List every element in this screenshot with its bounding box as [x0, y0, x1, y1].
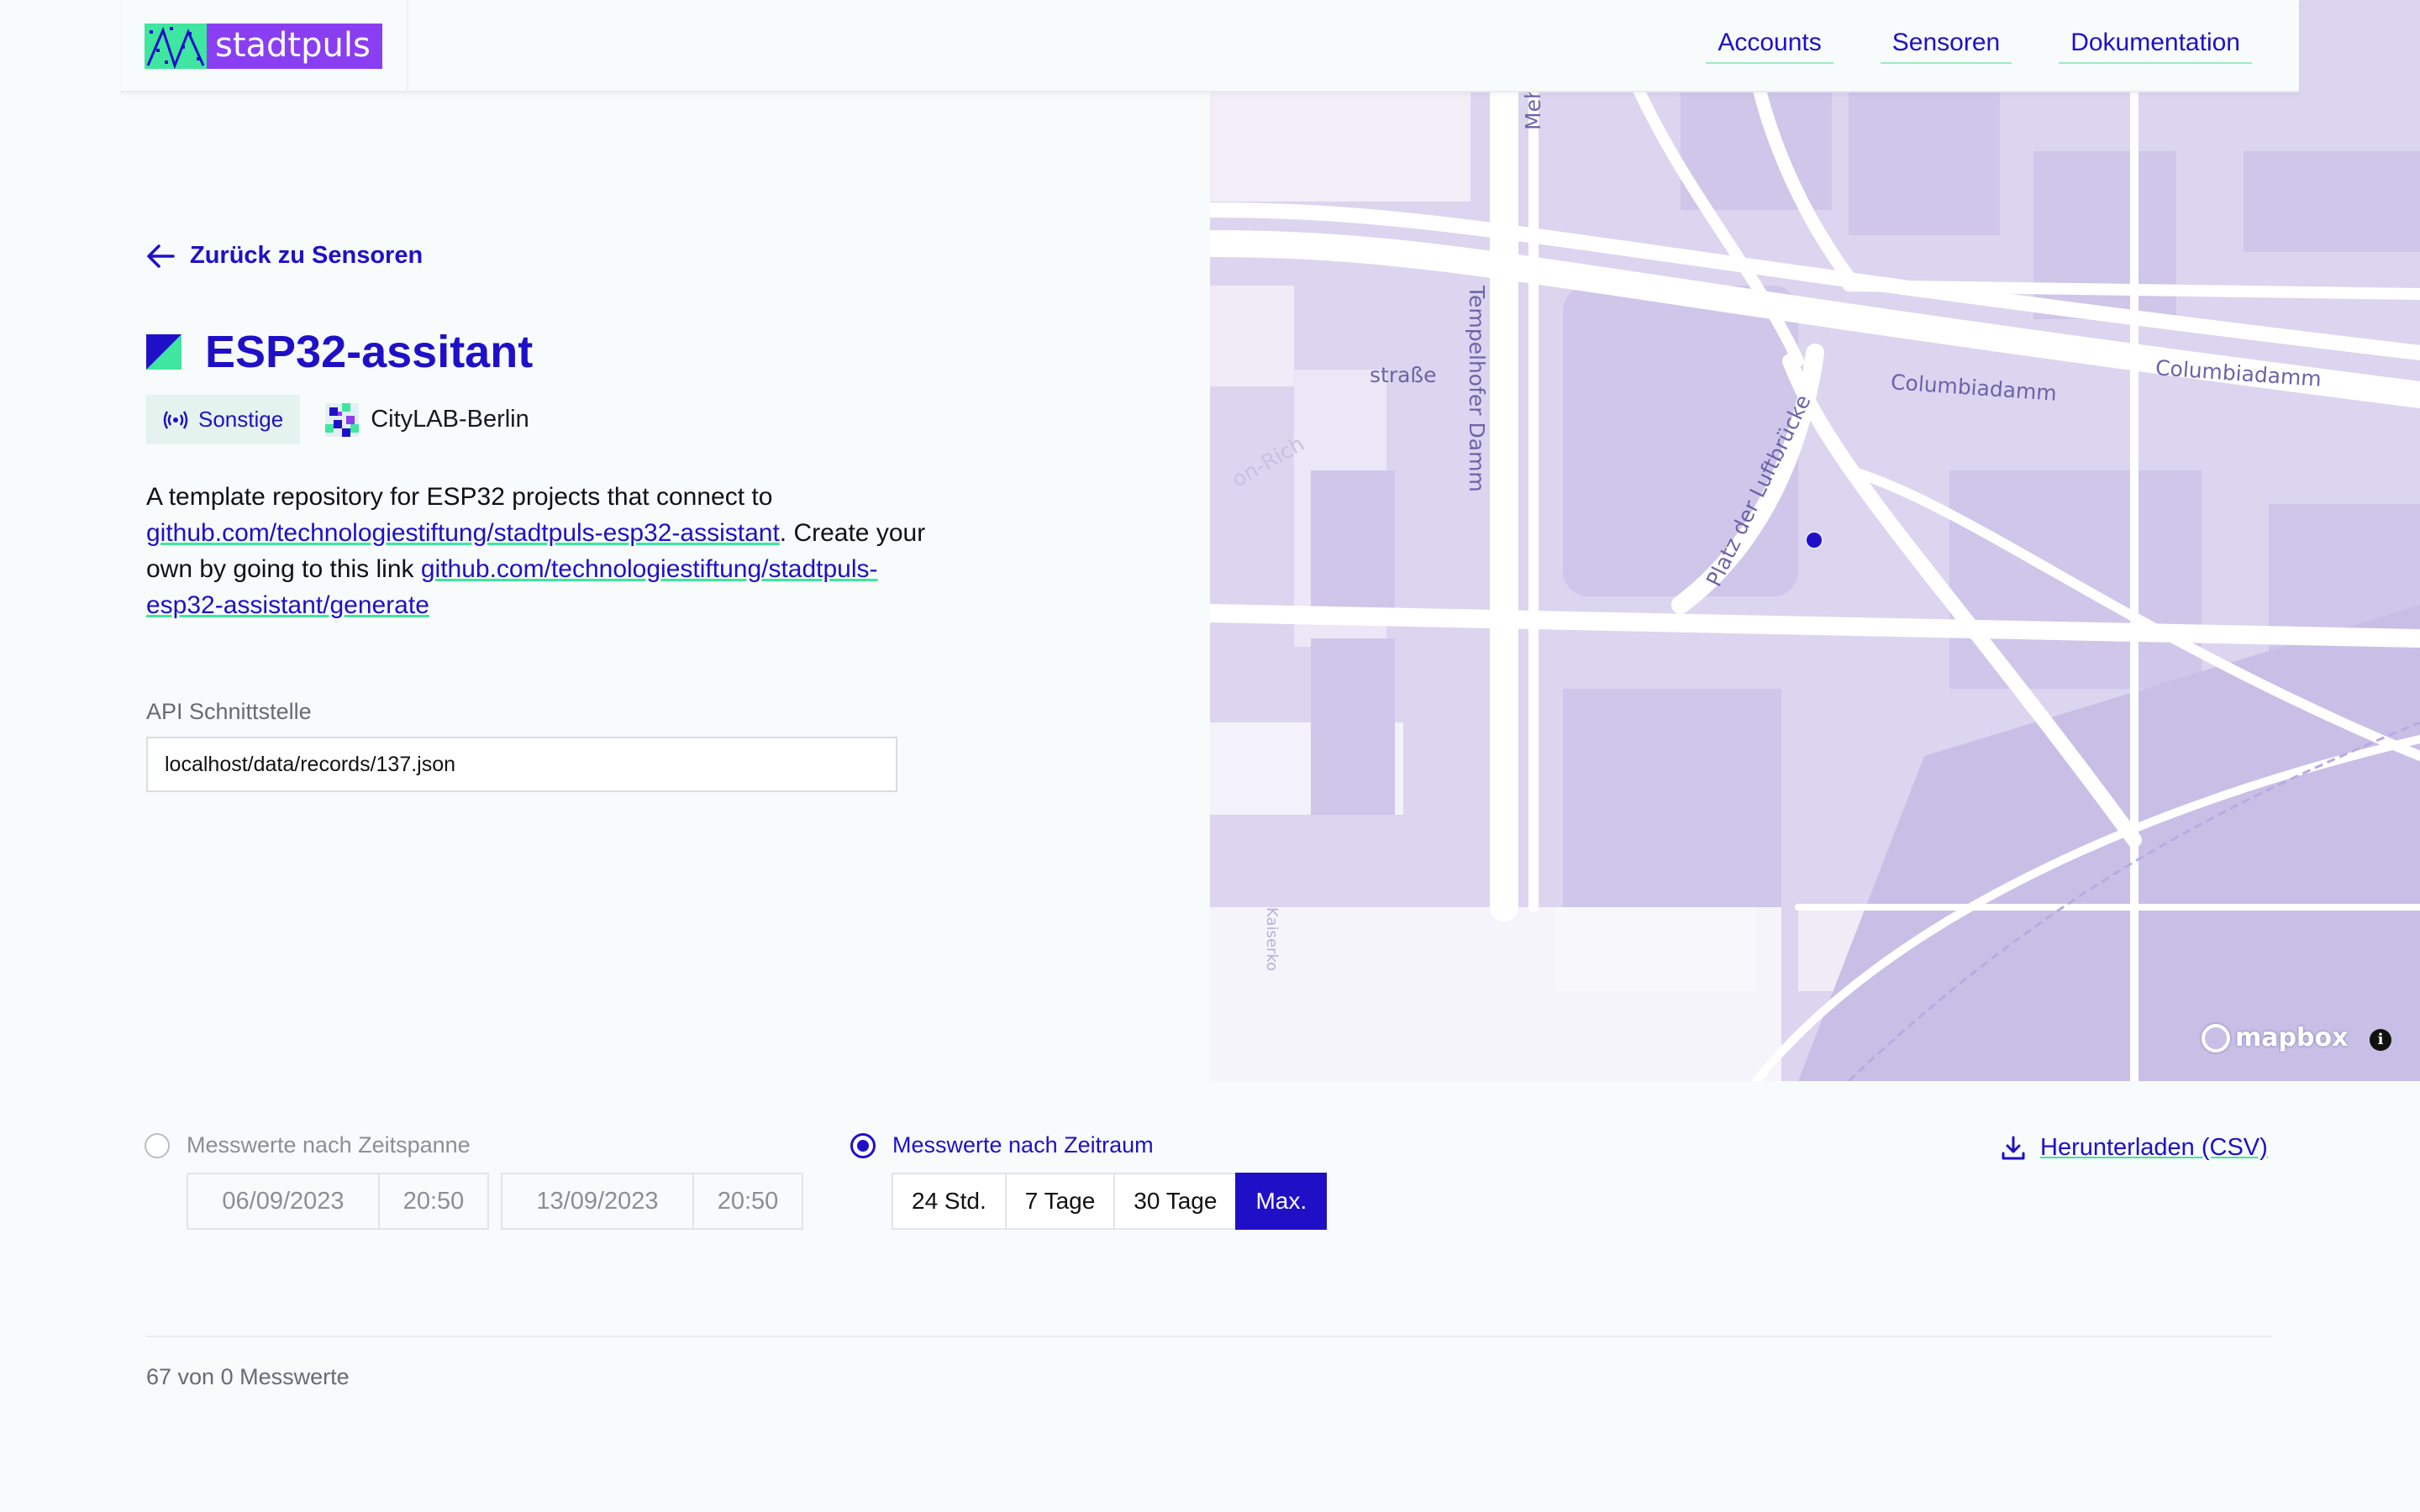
sensor-location-marker[interactable]: [1805, 531, 1823, 549]
map-info-button[interactable]: i: [2370, 1029, 2391, 1051]
end-datetime: 13/09/2023 20:50: [501, 1173, 803, 1230]
range-24h-button[interactable]: 24 Std.: [892, 1173, 1007, 1230]
api-url-field[interactable]: [146, 737, 897, 792]
logo-container: stadtpuls: [121, 0, 408, 92]
sensor-title-row: ESP32-assitant: [146, 326, 533, 378]
back-to-sensors-link[interactable]: Zurück zu Sensoren: [146, 242, 423, 270]
owner-name: CityLAB-Berlin: [371, 406, 529, 433]
repo-link[interactable]: github.com/technologiestiftung/stadtpuls…: [146, 519, 780, 547]
mode-timerange-label: Messwerte nach Zeitraum: [892, 1132, 1154, 1158]
range-30d-button[interactable]: 30 Tage: [1113, 1173, 1238, 1230]
range-7d-button[interactable]: 7 Tage: [1004, 1173, 1116, 1230]
radio-checked-icon: [850, 1132, 876, 1158]
header: stadtpuls Accounts Sensoren Dokumentatio…: [121, 0, 2299, 92]
end-time-field[interactable]: 20:50: [694, 1174, 802, 1228]
divider: [146, 1336, 2272, 1337]
category-badge[interactable]: Sonstige: [146, 395, 301, 444]
mapbox-attribution[interactable]: mapbox: [2202, 1023, 2348, 1053]
range-max-button[interactable]: Max.: [1235, 1173, 1328, 1230]
mode-timespan-label: Messwerte nach Zeitspanne: [187, 1132, 471, 1158]
logo-mark-icon: [145, 24, 207, 69]
nav-accounts[interactable]: Accounts: [1706, 29, 1833, 64]
start-date-field[interactable]: 06/09/2023: [188, 1174, 380, 1228]
records-count: 67 von 0 Messwerte: [146, 1364, 350, 1389]
stadtpuls-logo[interactable]: stadtpuls: [145, 24, 382, 69]
start-time-field[interactable]: 20:50: [380, 1174, 487, 1228]
nav-sensoren[interactable]: Sensoren: [1880, 29, 2012, 64]
mode-timespan-radio[interactable]: Messwerte nach Zeitspanne: [145, 1132, 471, 1158]
broadcast-icon: [163, 410, 188, 429]
map[interactable]: Mehring Tempelhofer Damm Columbiadamm Co…: [1210, 0, 2420, 1081]
mode-timerange-radio[interactable]: Messwerte nach Zeitraum: [850, 1132, 1154, 1158]
map-street-label: straße: [1370, 363, 1437, 387]
arrow-left-icon: [147, 244, 175, 268]
api-label: API Schnittstelle: [146, 699, 312, 724]
sensor-meta: Sonstige CityLAB-Berlin: [146, 395, 529, 444]
start-datetime: 06/09/2023 20:50: [187, 1173, 489, 1230]
owner-link[interactable]: CityLAB-Berlin: [325, 402, 529, 437]
logo-wordmark: stadtpuls: [207, 24, 382, 69]
map-street-label: Tempelhofer Damm: [1465, 286, 1489, 492]
end-date-field[interactable]: 13/09/2023: [502, 1174, 694, 1228]
back-link-label: Zurück zu Sensoren: [190, 242, 424, 269]
avatar: [325, 402, 360, 437]
map-street-label: Kaiserko: [1263, 907, 1281, 972]
sensor-symbol-icon: [146, 334, 182, 370]
main-nav: Accounts Sensoren Dokumentation: [1706, 29, 2252, 64]
sensor-description: A template repository for ESP32 projects…: [146, 483, 926, 619]
category-label: Sonstige: [198, 407, 284, 432]
mapbox-logo-icon: [2202, 1023, 2230, 1053]
range-button-group: 24 Std. 7 Tage 30 Tage Max.: [892, 1173, 1328, 1230]
download-icon: [2002, 1136, 2025, 1159]
nav-dokumentation[interactable]: Dokumentation: [2059, 29, 2252, 64]
download-label: Herunterladen (CSV): [2040, 1134, 2268, 1161]
radio-unchecked-icon: [145, 1132, 170, 1158]
download-csv-link[interactable]: Herunterladen (CSV): [2000, 1134, 2268, 1162]
page-title: ESP32-assitant: [205, 327, 534, 377]
